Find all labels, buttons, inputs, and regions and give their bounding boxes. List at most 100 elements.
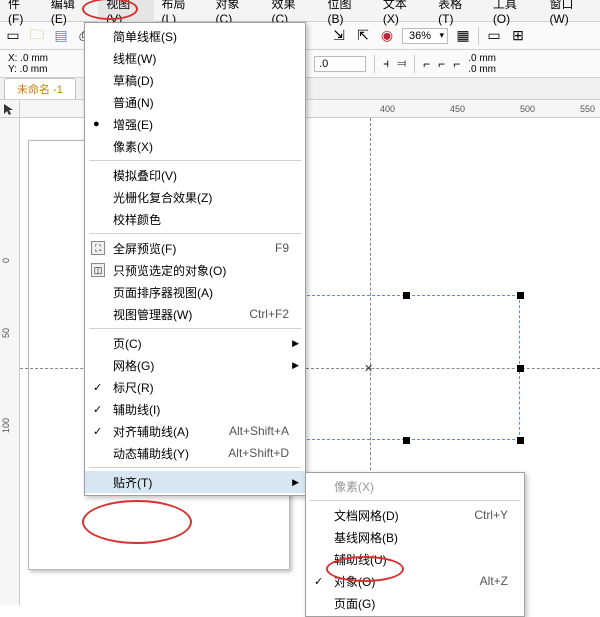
submenu-arrow-icon: ▶	[292, 338, 299, 349]
menu-bitmap[interactable]: 位图(B)	[320, 0, 375, 28]
label: 校样颜色	[113, 211, 161, 228]
menu-item-wireframe[interactable]: 线框(W)	[85, 47, 305, 69]
menu-item-snap-page[interactable]: 页面(G)	[306, 592, 524, 614]
menu-table[interactable]: 表格(T)	[430, 0, 485, 28]
export-icon[interactable]: ⇱	[354, 27, 372, 45]
label: 线框(W)	[113, 50, 156, 67]
coord-y: Y: .0 mm	[8, 64, 48, 75]
menu-item-snap-baseline[interactable]: 基线网格(B)	[306, 526, 524, 548]
new-file-icon[interactable]: ▭	[4, 27, 22, 45]
label: 页面(G)	[334, 595, 375, 612]
ruler-v-tick: 0	[1, 258, 11, 263]
menu-item-view-manager[interactable]: 视图管理器(W)Ctrl+F2	[85, 303, 305, 325]
align2-icon[interactable]: ⫤	[397, 56, 406, 71]
import-icon[interactable]: ⇲	[330, 27, 348, 45]
corner2-icon[interactable]: ⌐	[438, 57, 445, 71]
ruler-vertical[interactable]: 0 50 100	[0, 118, 20, 605]
rect-icon[interactable]: ▭	[485, 27, 503, 45]
coord-x: X: .0 mm	[8, 53, 48, 64]
menu-item-rulers[interactable]: ✓标尺(R)	[85, 376, 305, 398]
shortcut: Alt+Shift+A	[229, 424, 289, 438]
menu-item-snap-object[interactable]: ✓对象(O)Alt+Z	[306, 570, 524, 592]
label: 页(C)	[113, 335, 142, 352]
label: 草稿(D)	[113, 72, 154, 89]
menu-window[interactable]: 窗口(W)	[541, 0, 600, 28]
submenu-arrow-icon: ▶	[292, 360, 299, 371]
check-icon: ✓	[93, 403, 102, 416]
handle-br[interactable]	[517, 437, 524, 444]
menu-item-simulate-overprint[interactable]: 模拟叠印(V)	[85, 164, 305, 186]
separator	[89, 467, 301, 468]
view-menu: 简单线框(S) 线框(W) 草稿(D) 普通(N) ●增强(E) 像素(X) 模…	[84, 22, 306, 496]
menu-item-snap-guidelines[interactable]: 辅助线(U)	[306, 548, 524, 570]
ruler-h-tick: 550	[580, 104, 595, 114]
save-icon[interactable]: ▤	[52, 27, 70, 45]
menu-item-normal[interactable]: 普通(N)	[85, 91, 305, 113]
ruler-v-tick: 50	[1, 328, 11, 338]
ruler-h-tick: 450	[450, 104, 465, 114]
check-icon: ✓	[93, 425, 102, 438]
open-file-icon[interactable]: 🗀	[28, 27, 46, 45]
tab-document[interactable]: 未命名 -1	[4, 78, 76, 99]
menubar: 件(F) 编辑(E) 视图(V) 布局(L) 对象(C) 效果(C) 位图(B)…	[0, 0, 600, 22]
label: 页面排序器视图(A)	[113, 284, 213, 301]
separator	[89, 233, 301, 234]
menu-item-guidelines[interactable]: ✓ 辅助线(I)	[85, 398, 305, 420]
shortcut: F9	[275, 241, 289, 255]
label: 对齐辅助线(A)	[113, 423, 189, 440]
shortcut: Alt+Shift+D	[228, 446, 289, 460]
menu-item-rasterize[interactable]: 光栅化复合效果(Z)	[85, 186, 305, 208]
menu-item-preview-selected[interactable]: ◫只预览选定的对象(O)	[85, 259, 305, 281]
check-icon: ✓	[314, 575, 323, 588]
menu-item-align-guides[interactable]: ✓ 对齐辅助线(A) Alt+Shift+A	[85, 420, 305, 442]
handle-bm[interactable]	[403, 437, 410, 444]
menu-item-snap-pixel[interactable]: 像素(X)	[306, 475, 524, 497]
menu-item-simple-wireframe[interactable]: 简单线框(S)	[85, 25, 305, 47]
menu-item-snap-to[interactable]: 贴齐(T)▶	[85, 471, 305, 493]
option-icon[interactable]: ⊞	[509, 27, 527, 45]
size-top: .0 mm	[468, 53, 496, 64]
pick-tool-icon[interactable]	[2, 102, 16, 116]
selection-center: ✕	[364, 362, 373, 375]
label: 文档网格(D)	[334, 507, 399, 524]
menu-item-dynamic-guides[interactable]: 动态辅助线(Y)Alt+Shift+D	[85, 442, 305, 464]
size-bot: .0 mm	[468, 64, 496, 75]
handle-tr[interactable]	[517, 292, 524, 299]
ruler-h-tick: 500	[520, 104, 535, 114]
menu-item-proof-colors[interactable]: 校样颜色	[85, 208, 305, 230]
label: 简单线框(S)	[113, 28, 177, 45]
menu-item-page[interactable]: 页(C) ▶	[85, 332, 305, 354]
corner-icon[interactable]: ⌐	[423, 57, 430, 71]
label: 辅助线(I)	[113, 401, 160, 418]
label: 普通(N)	[113, 94, 154, 111]
menu-item-draft[interactable]: 草稿(D)	[85, 69, 305, 91]
menu-tools[interactable]: 工具(O)	[485, 0, 542, 28]
angle-input[interactable]: .0	[314, 56, 366, 72]
preview-icon: ◫	[91, 263, 105, 277]
separator	[89, 160, 301, 161]
snap-icon[interactable]: ▦	[454, 27, 472, 45]
corner3-icon[interactable]: ⌐	[453, 57, 460, 71]
menu-item-enhanced[interactable]: ●增强(E)	[85, 113, 305, 135]
ruler-corner[interactable]	[0, 100, 20, 118]
label: 贴齐(T)	[113, 474, 152, 491]
menu-item-page-sorter[interactable]: 页面排序器视图(A)	[85, 281, 305, 303]
label: 辅助线(U)	[334, 551, 387, 568]
selected-rectangle[interactable]	[292, 295, 520, 440]
label: 标尺(R)	[113, 379, 154, 396]
label: 基线网格(B)	[334, 529, 398, 546]
menu-text[interactable]: 文本(X)	[375, 0, 430, 28]
ruler-v-tick: 100	[1, 418, 11, 433]
pdf-icon[interactable]: ◉	[378, 27, 396, 45]
shortcut: Ctrl+Y	[474, 508, 508, 522]
label: 全屏预览(F)	[113, 240, 176, 257]
menu-item-grid[interactable]: 网格(G)▶	[85, 354, 305, 376]
handle-tm[interactable]	[403, 292, 410, 299]
menu-item-snap-docgrid[interactable]: 文档网格(D) Ctrl+Y	[306, 504, 524, 526]
zoom-select[interactable]: 36%	[402, 28, 448, 44]
menu-item-fullscreen[interactable]: ⛶全屏预览(F)F9	[85, 237, 305, 259]
handle-mr[interactable]	[517, 365, 524, 372]
align-icon[interactable]: ⫞	[383, 56, 389, 71]
menu-item-pixel[interactable]: 像素(X)	[85, 135, 305, 157]
coord-readout: X: .0 mm Y: .0 mm	[4, 51, 52, 77]
